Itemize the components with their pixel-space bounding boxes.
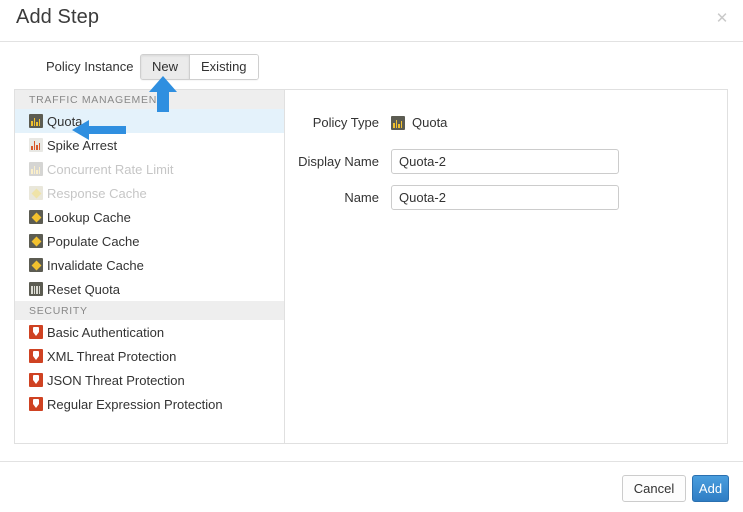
policy-type-label: Policy Type — [285, 115, 391, 130]
name-label: Name — [285, 190, 391, 205]
policy-instance-toggle-group: New Existing — [140, 54, 259, 80]
list-item-label: Basic Authentication — [47, 325, 164, 340]
list-item-label: Regular Expression Protection — [47, 397, 223, 412]
list-item-regular-expression-protection[interactable]: Regular Expression Protection — [15, 392, 284, 416]
close-icon[interactable]: ✕ — [713, 10, 731, 28]
bar-chart-icon — [29, 162, 43, 176]
list-item-concurrent-rate-limit: Concurrent Rate Limit — [15, 157, 284, 181]
list-item-label: JSON Threat Protection — [47, 373, 185, 388]
tab-new[interactable]: New — [141, 55, 189, 79]
shield-icon — [29, 349, 43, 363]
policy-instance-row: Policy Instance New Existing — [0, 54, 743, 82]
section-header-traffic-management: TRAFFIC MANAGEMENT — [15, 90, 284, 109]
list-item-response-cache: Response Cache — [15, 181, 284, 205]
section-header-security: SECURITY — [15, 301, 284, 320]
policy-type-value: Quota — [391, 115, 447, 130]
list-item-basic-authentication[interactable]: Basic Authentication — [15, 320, 284, 344]
list-item-label: Quota — [47, 114, 82, 129]
shield-icon — [29, 373, 43, 387]
tab-existing[interactable]: Existing — [189, 55, 258, 79]
list-item-invalidate-cache[interactable]: Invalidate Cache — [15, 253, 284, 277]
dialog-header: Add Step ✕ — [0, 0, 743, 42]
list-item-label: Invalidate Cache — [47, 258, 144, 273]
list-item-xml-threat-protection[interactable]: XML Threat Protection — [15, 344, 284, 368]
list-item-label: Spike Arrest — [47, 138, 117, 153]
diamond-icon — [29, 210, 43, 224]
policy-type-row: Policy Type Quota — [285, 115, 447, 130]
policy-type-text: Quota — [412, 115, 447, 130]
dialog-footer: Cancel Add — [0, 461, 743, 512]
content-box: TRAFFIC MANAGEMENT Quota Spike Arrest Co… — [14, 89, 728, 444]
list-item-label: Response Cache — [47, 186, 147, 201]
display-name-label: Display Name — [285, 154, 391, 169]
shield-icon — [29, 397, 43, 411]
display-name-row: Display Name — [285, 149, 619, 174]
policy-instance-label: Policy Instance — [46, 59, 133, 74]
diamond-icon — [29, 234, 43, 248]
list-item-label: Reset Quota — [47, 282, 120, 297]
list-item-lookup-cache[interactable]: Lookup Cache — [15, 205, 284, 229]
bar-chart-icon — [391, 116, 405, 130]
policy-list-pane[interactable]: TRAFFIC MANAGEMENT Quota Spike Arrest Co… — [15, 90, 285, 443]
display-name-input[interactable] — [391, 149, 619, 174]
list-item-json-threat-protection[interactable]: JSON Threat Protection — [15, 368, 284, 392]
policy-detail-pane: Policy Type Quota Display Name Name — [285, 90, 727, 443]
list-item-quota[interactable]: Quota — [15, 109, 284, 133]
page-title: Add Step — [16, 6, 99, 29]
bar-chart-icon — [29, 282, 43, 296]
list-item-spike-arrest[interactable]: Spike Arrest — [15, 133, 284, 157]
list-item-label: Concurrent Rate Limit — [47, 162, 173, 177]
add-button[interactable]: Add — [692, 475, 729, 502]
list-item-label: Lookup Cache — [47, 210, 131, 225]
name-row: Name — [285, 185, 619, 210]
list-item-label: Populate Cache — [47, 234, 140, 249]
list-item-label: XML Threat Protection — [47, 349, 176, 364]
diamond-icon — [29, 258, 43, 272]
bar-chart-icon — [29, 138, 43, 152]
bar-chart-icon — [29, 114, 43, 128]
cancel-button[interactable]: Cancel — [622, 475, 686, 502]
list-item-populate-cache[interactable]: Populate Cache — [15, 229, 284, 253]
name-input[interactable] — [391, 185, 619, 210]
list-item-reset-quota[interactable]: Reset Quota — [15, 277, 284, 301]
diamond-icon — [29, 186, 43, 200]
shield-icon — [29, 325, 43, 339]
